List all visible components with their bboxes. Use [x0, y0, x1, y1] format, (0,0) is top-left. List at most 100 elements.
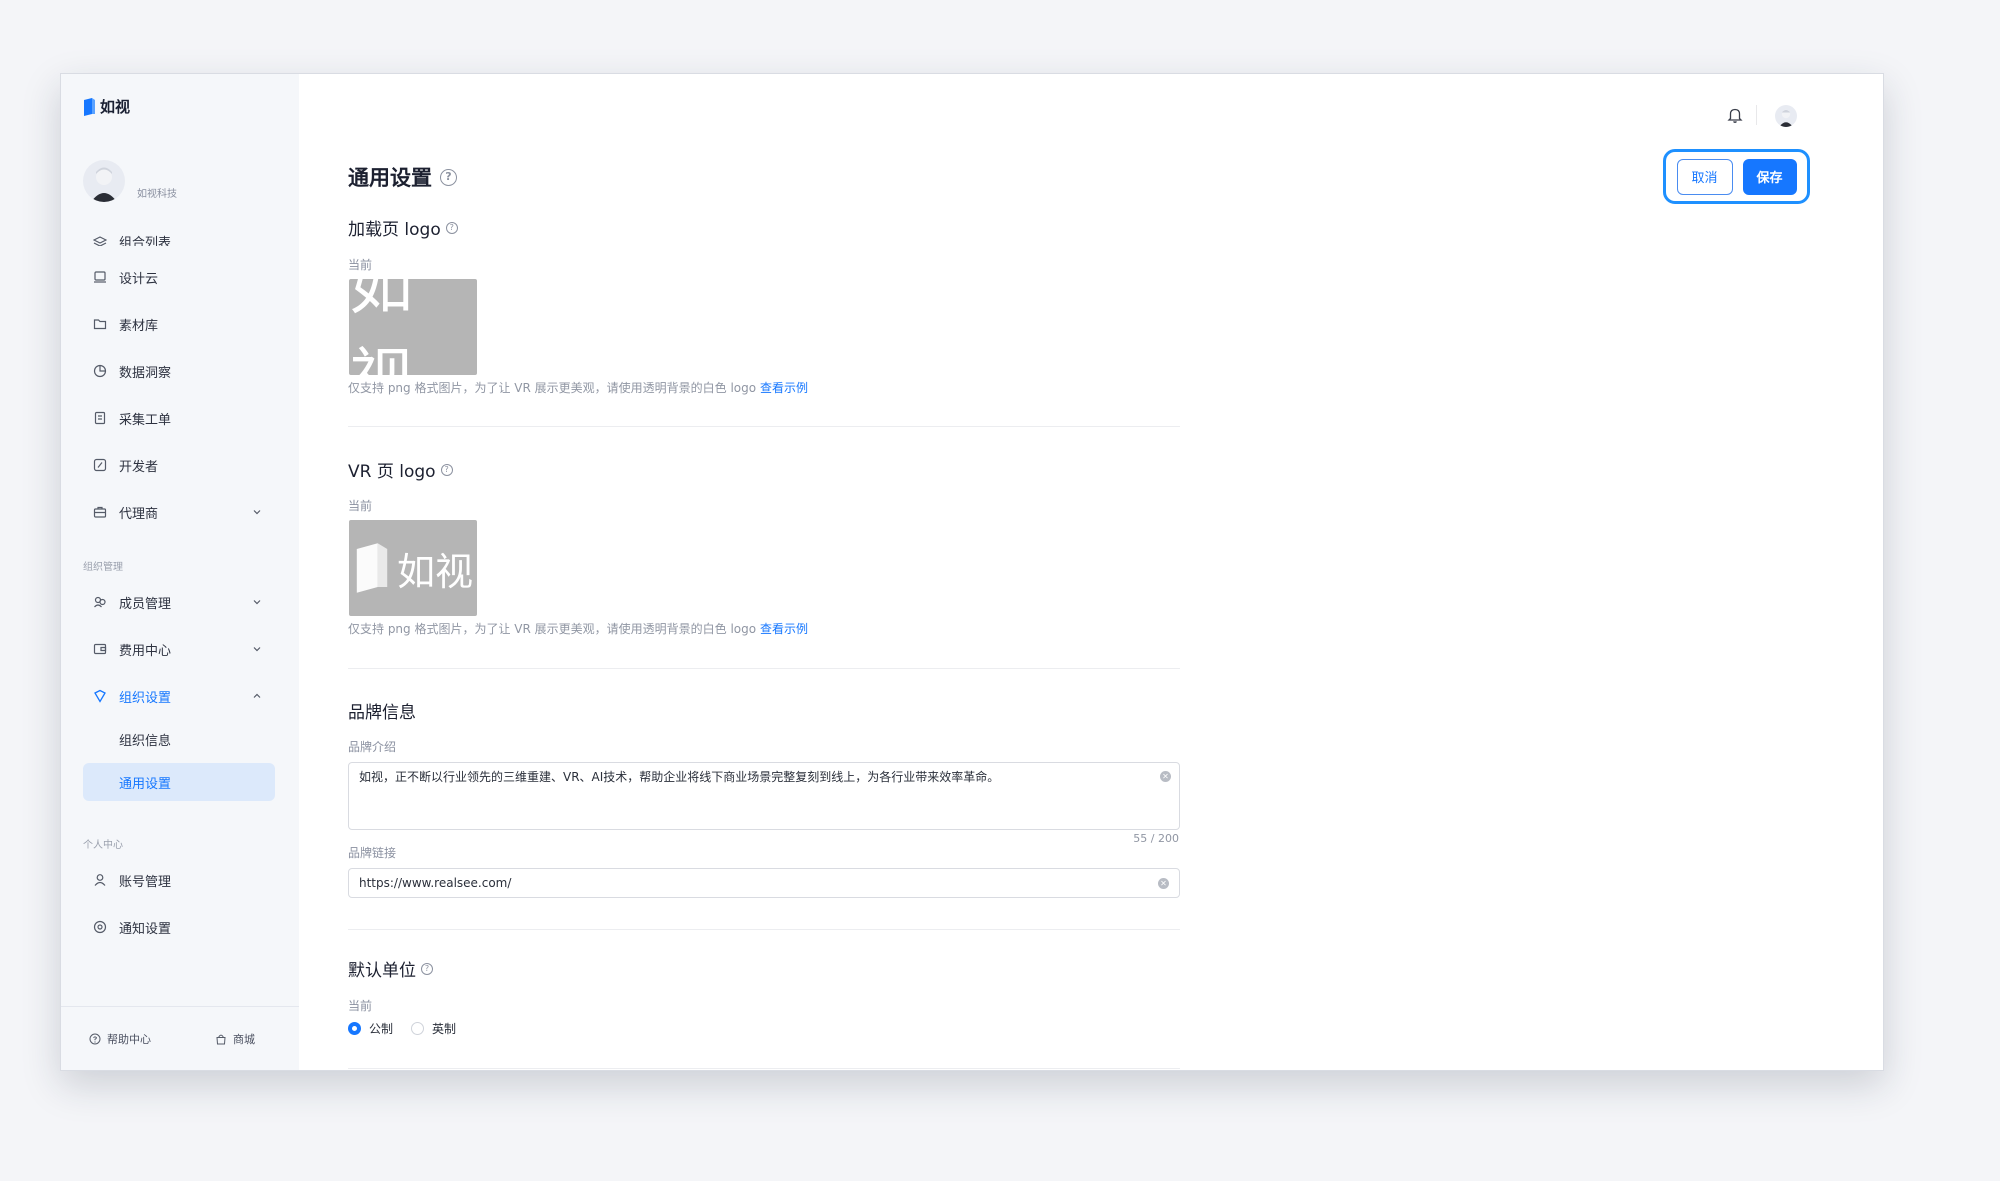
sidebar-item-account[interactable]: 账号管理 — [83, 861, 275, 899]
vr-logo-preview[interactable]: 如视 — [349, 520, 477, 616]
nav-group-personal: 个人中心 — [83, 840, 123, 851]
settings-icon — [93, 920, 107, 934]
default-unit-title: 默认单位 ? — [348, 956, 433, 981]
page-title-text: 通用设置 — [348, 166, 432, 190]
app-window: 如视 如视科技 组合列表 设计云 素材库 数据洞察 采集工单 开发者 代理商 组… — [60, 73, 1884, 1071]
section-title-text: VR 页 logo — [348, 462, 436, 482]
brand-intro-label: 品牌介绍 — [348, 740, 397, 754]
sidebar-item-label: 采集工单 — [119, 412, 172, 428]
chevron-up-icon[interactable] — [251, 690, 263, 702]
brand-link-value: https://www.realsee.com/ — [359, 876, 512, 890]
sidebar-item-combination-list[interactable]: 组合列表 — [83, 222, 275, 246]
realsee-logo-icon — [356, 543, 388, 593]
vr-logo-current-label: 当前 — [348, 499, 373, 513]
radio-imperial[interactable] — [411, 1022, 425, 1035]
radio-imperial-label[interactable]: 英制 — [432, 1020, 456, 1037]
char-counter: 55 / 200 — [1133, 832, 1179, 845]
vr-logo-title: VR 页 logo ? — [348, 457, 453, 482]
sidebar-item-label: 开发者 — [119, 459, 159, 475]
pie-chart-icon — [93, 364, 107, 378]
sidebar-subitem-org-info[interactable]: 组织信息 — [83, 720, 275, 758]
save-button[interactable]: 保存 — [1742, 158, 1797, 195]
loading-logo-preview[interactable]: 如视 — [349, 279, 477, 375]
radio-metric[interactable] — [348, 1022, 361, 1035]
chevron-down-icon[interactable] — [251, 596, 263, 608]
sidebar-item-org-settings[interactable]: 组织设置 — [83, 677, 275, 715]
user-avatar[interactable] — [83, 160, 125, 202]
brand-info-title: 品牌信息 — [348, 698, 416, 723]
sidebar-item-work-orders[interactable]: 采集工单 — [83, 399, 275, 437]
nav-group-org: 组织管理 — [83, 562, 123, 573]
brand-link-input[interactable]: https://www.realsee.com/ ✕ — [348, 868, 1180, 898]
view-example-link[interactable]: 查看示例 — [760, 381, 808, 395]
action-button-group: 取消 保存 — [1663, 149, 1810, 204]
brand-intro-value: 如视，正不断以行业领先的三维重建、VR、AI技术，帮助企业将线下商业场景完整复刻… — [359, 770, 1000, 784]
sidebar-item-label: 代理商 — [119, 506, 159, 522]
loading-logo-current-label: 当前 — [348, 258, 373, 272]
sidebar-item-label: 组织设置 — [119, 690, 172, 706]
topbar-avatar[interactable] — [1775, 105, 1797, 127]
code-icon — [93, 458, 107, 472]
topbar-divider — [1756, 105, 1757, 125]
help-icon[interactable]: ? — [445, 221, 458, 234]
view-example-link[interactable]: 查看示例 — [760, 622, 808, 636]
clipboard-icon — [94, 411, 106, 425]
chevron-down-icon[interactable] — [251, 506, 263, 518]
page-title: 通用设置 ? — [348, 162, 457, 192]
realsee-logo-icon — [84, 97, 95, 116]
sidebar-subitem-general-settings[interactable]: 通用设置 — [83, 763, 275, 801]
sidebar-item-label: 组合列表 — [119, 236, 172, 246]
sidebar-footer: 帮助中心 商城 — [61, 1006, 299, 1070]
help-icon[interactable]: ? — [440, 168, 457, 186]
sidebar-item-data-insight[interactable]: 数据洞察 — [83, 352, 275, 390]
cancel-button[interactable]: 取消 — [1676, 158, 1733, 195]
section-title-text: 加载页 logo — [348, 220, 441, 240]
sidebar-item-agent[interactable]: 代理商 — [83, 493, 275, 531]
loading-logo-title: 加载页 logo ? — [348, 215, 458, 240]
main-content: 通用设置 ? 取消 保存 加载页 logo ? 当前 如视 仅支持 png 格式… — [299, 74, 1883, 1070]
sidebar-item-developer[interactable]: 开发者 — [83, 446, 275, 484]
monitor-icon — [94, 271, 106, 283]
help-center-link[interactable]: 帮助中心 — [89, 1031, 151, 1047]
help-icon[interactable]: ? — [440, 463, 453, 476]
sidebar-item-label: 账号管理 — [119, 874, 172, 890]
shopping-bag-icon — [216, 1034, 226, 1045]
sidebar-item-members[interactable]: 成员管理 — [83, 583, 275, 621]
unit-radio-group: 公制 英制 — [348, 1020, 466, 1037]
layers-icon — [93, 236, 107, 246]
clear-icon[interactable]: ✕ — [1160, 771, 1171, 782]
sidebar-item-billing[interactable]: 费用中心 — [83, 630, 275, 668]
brand-link-label: 品牌链接 — [348, 846, 397, 860]
sidebar-item-label: 通用设置 — [119, 776, 172, 792]
bell-icon[interactable] — [1727, 106, 1743, 124]
help-icon[interactable]: ? — [421, 962, 433, 975]
sidebar-item-notifications[interactable]: 通知设置 — [83, 908, 275, 946]
radio-metric-label[interactable]: 公制 — [369, 1020, 393, 1037]
sidebar-item-label: 数据洞察 — [119, 365, 172, 381]
store-link[interactable]: 商城 — [215, 1031, 255, 1047]
default-unit-current-label: 当前 — [348, 999, 373, 1013]
sidebar-item-label: 费用中心 — [119, 643, 172, 659]
store-label: 商城 — [233, 1033, 255, 1046]
brand[interactable]: 如视 — [83, 96, 130, 117]
shield-icon — [94, 689, 106, 703]
section-divider — [348, 426, 1180, 427]
sidebar-item-design-cloud[interactable]: 设计云 — [83, 258, 275, 296]
brand-intro-textarea[interactable]: 如视，正不断以行业领先的三维重建、VR、AI技术，帮助企业将线下商业场景完整复刻… — [348, 762, 1180, 830]
folder-icon — [93, 319, 107, 330]
user-icon — [94, 874, 106, 886]
sidebar-item-label: 设计云 — [119, 271, 159, 287]
logo-preview-text: 如视 — [349, 279, 414, 375]
section-divider — [348, 668, 1180, 669]
briefcase-icon — [93, 506, 107, 518]
sidebar-item-label: 素材库 — [119, 318, 159, 334]
help-center-label: 帮助中心 — [107, 1033, 151, 1046]
section-title-text: 品牌信息 — [348, 703, 416, 723]
org-name: 如视科技 — [137, 189, 177, 200]
profile[interactable]: 如视科技 — [83, 160, 177, 202]
members-icon — [94, 596, 106, 608]
sidebar-item-material-library[interactable]: 素材库 — [83, 305, 275, 343]
clear-icon[interactable]: ✕ — [1158, 878, 1169, 889]
chevron-down-icon[interactable] — [251, 643, 263, 655]
help-circle-icon — [89, 1033, 101, 1045]
